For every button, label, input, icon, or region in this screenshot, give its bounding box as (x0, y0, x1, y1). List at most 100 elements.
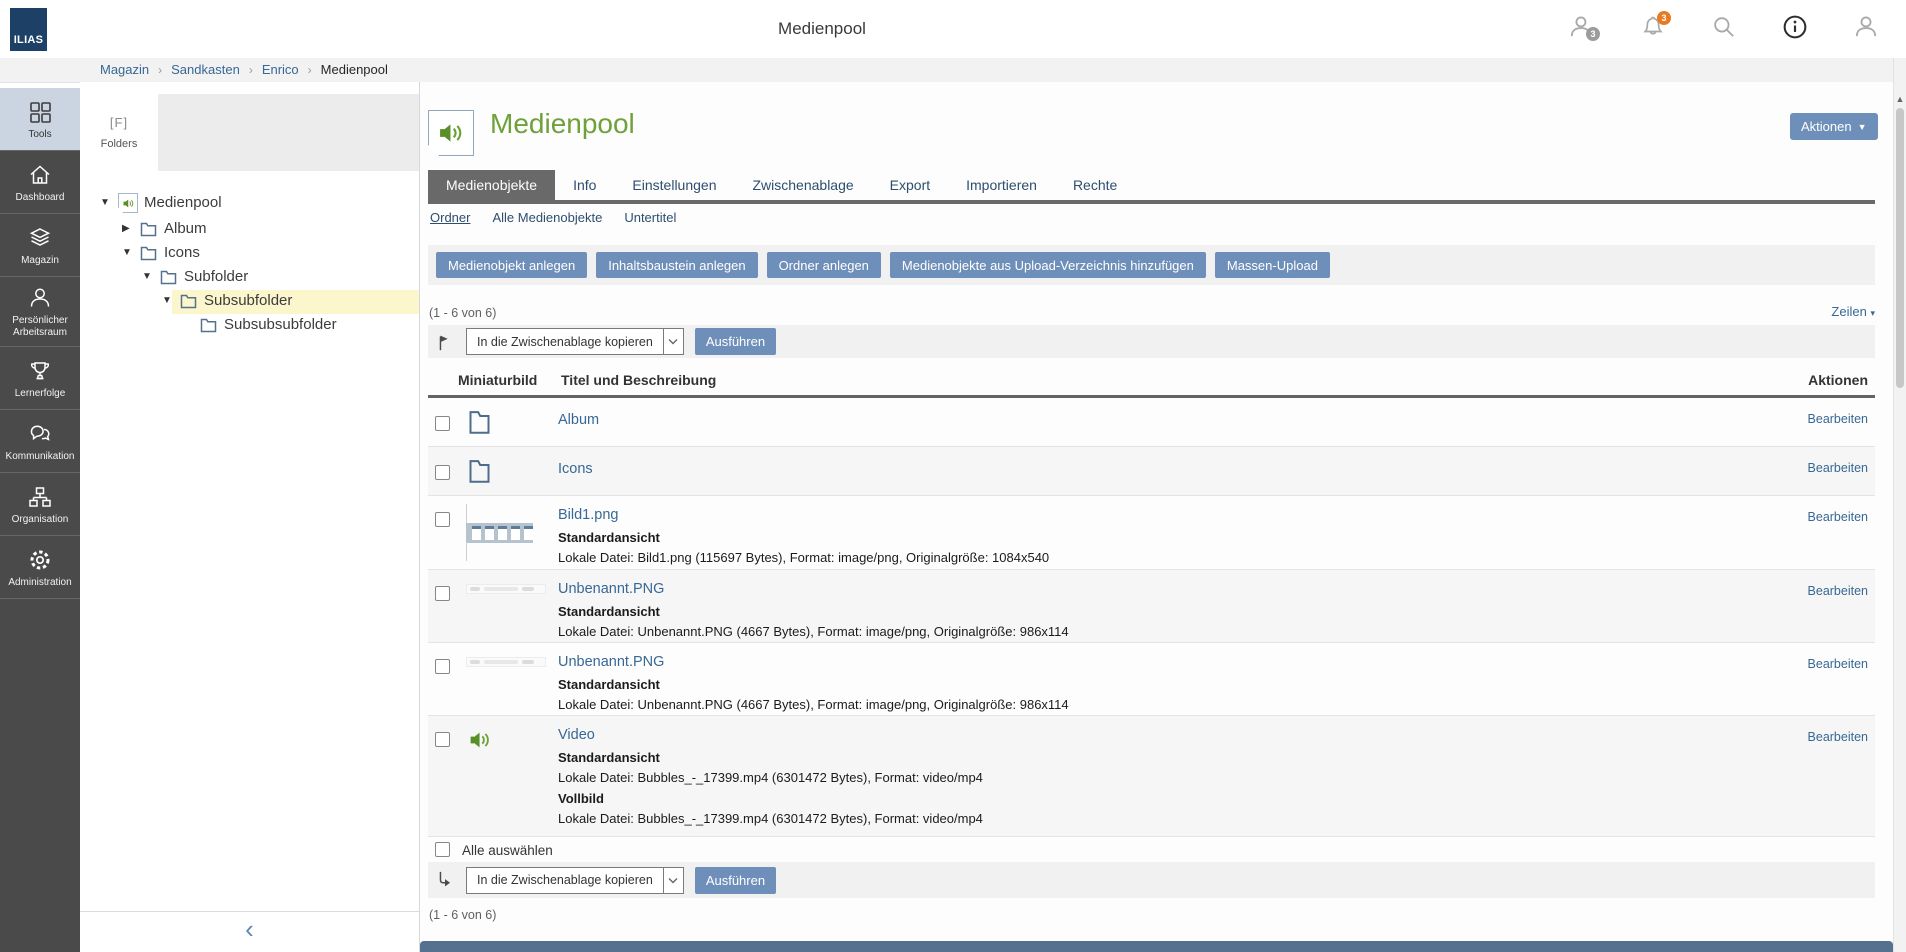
tab-folders[interactable]: [F] Folders (80, 94, 158, 171)
tab-zwischenablage[interactable]: Zwischenablage (734, 170, 871, 200)
caret-down-icon[interactable]: ▼ (122, 246, 132, 260)
file-details: Lokale Datei: Bubbles_-_17399.mp4 (63014… (558, 770, 983, 785)
image-thumbnail (466, 584, 546, 594)
file-details: Lokale Datei: Unbenannt.PNG (4667 Bytes)… (558, 697, 1069, 712)
edit-link[interactable]: Bearbeiten (1808, 657, 1868, 671)
notifications-bell-icon[interactable]: 3 (1639, 13, 1667, 41)
tree-node-label[interactable]: Album (164, 220, 207, 237)
collapse-panel-icon[interactable]: ‹ (245, 914, 254, 944)
actions-button[interactable]: Aktionen▼ (1790, 113, 1878, 140)
tree-node-icons: ▼ Icons (80, 242, 419, 266)
ilias-logo[interactable]: ILIAS (10, 8, 47, 51)
tab-info[interactable]: Info (555, 170, 614, 200)
row-checkbox[interactable] (435, 659, 450, 674)
caret-right-icon[interactable]: ▶ (122, 222, 130, 236)
select-all-checkbox[interactable] (435, 842, 450, 857)
tree-tab-bar: [F] Folders (80, 94, 419, 171)
sidebar-item-magazin[interactable]: Magazin (0, 214, 80, 277)
media-speaker-icon (468, 728, 492, 757)
folder-icon (466, 456, 493, 491)
row-checkbox[interactable] (435, 732, 450, 747)
folder-icon (200, 318, 217, 338)
view-label: Standardansicht (558, 530, 1049, 545)
tab-export[interactable]: Export (872, 170, 948, 200)
caret-down-icon: ▾ (1870, 308, 1875, 318)
row-title-link[interactable]: Icons (558, 461, 593, 477)
row-checkbox[interactable] (435, 512, 450, 527)
row-checkbox[interactable] (435, 465, 450, 480)
sidebar-item-label: Dashboard (16, 192, 65, 204)
sidebar-item-personal-workspace[interactable]: Persönlicher Arbeitsraum (0, 277, 80, 347)
file-details: Lokale Datei: Bild1.png (115697 Bytes), … (558, 550, 1049, 565)
tree-node-label[interactable]: Subsubsubfolder (224, 316, 337, 333)
clipboard-toolbar-bottom: In die Zwischenablage kopieren Ausführen (428, 862, 1875, 898)
sidebar-item-dashboard[interactable]: Dashboard (0, 151, 80, 214)
scrollbar-thumb[interactable] (1896, 108, 1904, 388)
tree-node-label[interactable]: Icons (164, 244, 200, 261)
contacts-icon[interactable]: 3 (1568, 13, 1596, 41)
notifications-badge: 3 (1657, 11, 1671, 25)
vertical-scrollbar[interactable]: ▲ (1893, 58, 1906, 952)
tab-importieren[interactable]: Importieren (948, 170, 1055, 200)
subtab-ordner[interactable]: Ordner (430, 210, 470, 225)
create-folder-button[interactable]: Ordner anlegen (767, 252, 881, 278)
edit-link[interactable]: Bearbeiten (1808, 730, 1868, 744)
caret-down-icon[interactable]: ▼ (162, 294, 172, 308)
caret-down-icon[interactable]: ▼ (142, 270, 152, 284)
subtab-untertitel[interactable]: Untertitel (624, 210, 676, 225)
edit-link[interactable]: Bearbeiten (1808, 584, 1868, 598)
subtab-alle-medienobjekte[interactable]: Alle Medienobjekte (492, 210, 602, 225)
sidebar-item-administration[interactable]: Administration (0, 536, 80, 599)
bulk-upload-button[interactable]: Massen-Upload (1215, 252, 1330, 278)
view-label: Standardansicht (558, 604, 1069, 619)
org-chart-icon (27, 484, 53, 510)
clipboard-action-select[interactable]: In die Zwischenablage kopieren (466, 867, 684, 894)
sidebar-item-organisation[interactable]: Organisation (0, 473, 80, 536)
top-bar: ILIAS Medienpool 3 3 (0, 0, 1906, 59)
row-title-link[interactable]: Album (558, 412, 599, 428)
trophy-icon (27, 358, 53, 384)
row-checkbox[interactable] (435, 586, 450, 601)
create-content-snippet-button[interactable]: Inhaltsbaustein anlegen (596, 252, 757, 278)
row-title-link[interactable]: Video (558, 727, 595, 743)
breadcrumb-item[interactable]: Magazin (100, 62, 149, 77)
tree-node-label[interactable]: Subsubfolder (204, 292, 292, 309)
tab-medienobjekte[interactable]: Medienobjekte (428, 170, 555, 200)
breadcrumb-item[interactable]: Enrico (262, 62, 299, 77)
result-range-top: (1 - 6 von 6) (429, 306, 496, 320)
sidebar-item-lernerfolge[interactable]: Lernerfolge (0, 347, 80, 410)
rows-dropdown[interactable]: Zeilen ▾ (1831, 304, 1875, 319)
folder-icon (180, 294, 197, 314)
breadcrumb: Magazin › Sandkasten › Enrico › Medienpo… (100, 62, 388, 77)
clipboard-action-select[interactable]: In die Zwischenablage kopieren (466, 328, 684, 355)
row-checkbox[interactable] (435, 416, 450, 431)
caret-down-icon[interactable]: ▼ (100, 196, 110, 210)
breadcrumb-separator-icon: › (158, 63, 162, 77)
sidebar-item-tools[interactable]: Tools (0, 88, 80, 151)
edit-link[interactable]: Bearbeiten (1808, 510, 1868, 524)
search-icon[interactable] (1710, 13, 1738, 41)
scroll-up-icon[interactable]: ▲ (1896, 94, 1905, 104)
edit-link[interactable]: Bearbeiten (1808, 412, 1868, 426)
execute-button[interactable]: Ausführen (695, 867, 776, 894)
tab-einstellungen[interactable]: Einstellungen (614, 170, 734, 200)
edit-link[interactable]: Bearbeiten (1808, 461, 1868, 475)
tree-node-label[interactable]: Medienpool (144, 194, 222, 211)
chat-bubbles-icon (27, 421, 53, 447)
help-info-icon[interactable] (1781, 13, 1809, 41)
create-media-object-button[interactable]: Medienobjekt anlegen (436, 252, 587, 278)
execute-button[interactable]: Ausführen (695, 328, 776, 355)
row-title-link[interactable]: Unbenannt.PNG (558, 581, 664, 597)
person-icon (27, 285, 53, 311)
add-from-upload-dir-button[interactable]: Medienobjekte aus Upload-Verzeichnis hin… (890, 252, 1206, 278)
table-row: Album Bearbeiten (428, 398, 1875, 447)
tree-node-label[interactable]: Subfolder (184, 268, 248, 285)
tab-rechte[interactable]: Rechte (1055, 170, 1135, 200)
row-title-link[interactable]: Unbenannt.PNG (558, 654, 664, 670)
breadcrumb-item[interactable]: Sandkasten (171, 62, 240, 77)
sidebar-item-kommunikation[interactable]: Kommunikation (0, 410, 80, 473)
tab-bar: Medienobjekte Info Einstellungen Zwische… (428, 170, 1875, 204)
tree-node-album: ▶ Album (80, 218, 419, 242)
row-title-link[interactable]: Bild1.png (558, 507, 618, 523)
user-avatar-icon[interactable] (1852, 13, 1880, 41)
